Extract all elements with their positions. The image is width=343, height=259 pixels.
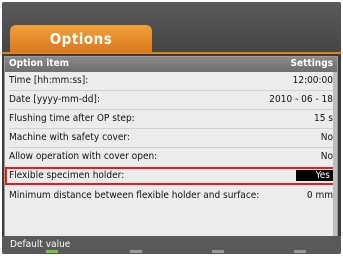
option-value[interactable]: 12:00:00: [293, 75, 333, 86]
scrollbar[interactable]: [333, 72, 337, 237]
title-tab: Options: [10, 25, 152, 53]
option-value-selected[interactable]: Yes: [295, 170, 333, 181]
softkey-3[interactable]: [212, 250, 224, 253]
options-table: Option item Settings Time [hh:mm:ss]: 12…: [4, 56, 338, 238]
screen: Options Option item Settings Time [hh:mm…: [2, 2, 341, 254]
option-row-flexible-holder[interactable]: Flexible specimen holder: Yes: [5, 167, 337, 185]
softkey-2[interactable]: [130, 250, 142, 253]
option-label: Time [hh:mm:ss]:: [9, 75, 89, 86]
option-value[interactable]: No: [321, 151, 333, 162]
device-frame: Options Option item Settings Time [hh:mm…: [0, 0, 343, 259]
status-text: Default value: [10, 239, 71, 250]
option-label: Flushing time after OP step:: [9, 113, 135, 124]
option-row-flushing-time[interactable]: Flushing time after OP step: 15 s: [5, 110, 337, 128]
softkey-1[interactable]: [46, 250, 58, 253]
softkey-4[interactable]: [294, 250, 306, 253]
option-row-date[interactable]: Date [yyyy-mm-dd]: 2010 - 06 - 18: [5, 91, 337, 109]
option-value[interactable]: No: [321, 132, 333, 143]
table-header: Option item Settings: [5, 57, 337, 72]
option-label: Minimum distance between flexible holder…: [9, 190, 260, 201]
title-bar: Options: [2, 2, 341, 53]
option-label: Date [yyyy-mm-dd]:: [9, 94, 100, 105]
option-label: Machine with safety cover:: [9, 132, 130, 143]
column-header-settings: Settings: [290, 58, 333, 69]
status-bar: Default value: [2, 236, 341, 254]
option-row-cover-open[interactable]: Allow operation with cover open: No: [5, 148, 337, 166]
option-label: Allow operation with cover open:: [9, 151, 158, 162]
column-header-option-item: Option item: [9, 58, 70, 69]
option-value[interactable]: 15 s: [314, 113, 333, 124]
option-value[interactable]: 0 mm: [307, 190, 333, 201]
option-row-safety-cover[interactable]: Machine with safety cover: No: [5, 129, 337, 147]
option-label: Flexible specimen holder:: [9, 170, 125, 181]
title-divider: [2, 52, 341, 54]
option-row-time[interactable]: Time [hh:mm:ss]: 12:00:00: [5, 72, 337, 90]
page-title: Options: [49, 30, 113, 48]
option-value[interactable]: 2010 - 06 - 18: [269, 94, 333, 105]
option-row-min-distance[interactable]: Minimum distance between flexible holder…: [5, 187, 337, 205]
